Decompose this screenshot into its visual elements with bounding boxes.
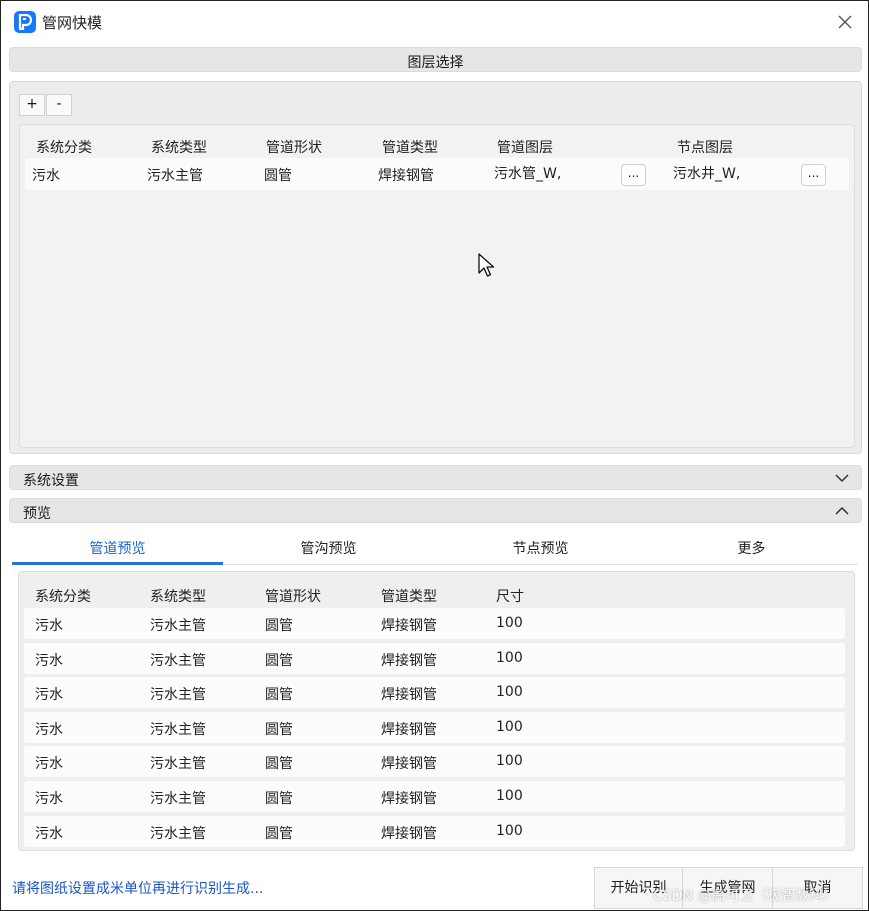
chevron-down-icon[interactable] [833, 469, 851, 487]
table-row[interactable]: 污水 污水主管 圆管 焊接钢管 100 [24, 642, 845, 674]
system-type-cell: 污水主管 [150, 825, 206, 842]
size-cell: 100 [496, 615, 523, 631]
column-header: 节点图层 [677, 140, 733, 156]
table-row[interactable]: 污水 污水主管 圆管 焊接钢管 100 [24, 815, 845, 847]
mouse-cursor-icon [478, 253, 495, 277]
tab-more[interactable]: 更多 [646, 538, 857, 558]
column-header: 管道图层 [497, 140, 553, 156]
pipe-type-cell: 焊接钢管 [381, 825, 437, 842]
pipe-shape-cell: 圆管 [265, 825, 293, 842]
add-row-button[interactable]: + [19, 94, 45, 116]
category-cell: 污水 [35, 721, 63, 738]
column-header: 管道类型 [381, 589, 437, 605]
pipe-shape-cell: 圆管 [265, 687, 293, 704]
pipe-layer-cell[interactable]: 污水管_W, [494, 163, 561, 183]
column-header: 系统类型 [151, 140, 207, 156]
table-row[interactable]: 污水 污水主管 圆管 焊接钢管 100 [24, 677, 845, 709]
size-cell: 100 [496, 684, 523, 701]
category-cell: 污水 [35, 618, 63, 634]
pipe-type-cell: 焊接钢管 [381, 721, 437, 738]
pipe-shape-cell: 圆管 [265, 791, 293, 807]
app-logo-icon [14, 11, 36, 33]
preview-header[interactable]: 预览 [9, 498, 862, 523]
table-row[interactable]: 污水 污水主管 圆管 焊接钢管 100 [24, 781, 845, 812]
layer-selection-title: 图层选择 [407, 55, 464, 71]
column-header: 管道类型 [382, 140, 438, 156]
size-cell: 100 [496, 788, 523, 804]
dialog-window: 管网快模 图层选择 + - 系统分类 系统类型 管道形状 管道类型 管道图层 节… [0, 0, 869, 911]
tab-trench-preview[interactable]: 管沟预览 [223, 538, 434, 558]
size-cell: 100 [496, 718, 523, 735]
close-button[interactable] [834, 11, 856, 33]
tab-node-preview[interactable]: 节点预览 [435, 538, 646, 558]
node-layer-browse-button[interactable]: ... [801, 164, 826, 186]
preview-table: 系统分类 系统类型 管道形状 管道类型 尺寸 污水 污水主管 圆管 焊接钢管 100 污水… [18, 571, 855, 851]
table-row[interactable]: 污水 污水主管 圆管 焊接钢管 100 [24, 746, 845, 778]
system-type-cell: 污水主管 [150, 721, 206, 738]
watermark: CSDN @高可卫（极智数科） [653, 888, 838, 904]
category-cell: 污水 [35, 756, 63, 773]
table-row[interactable]: 污水 污水主管 圆管 焊接钢管 100 [24, 608, 845, 639]
pipe-type-cell: 焊接钢管 [381, 618, 437, 634]
category-cell[interactable]: 污水 [32, 165, 60, 185]
pipe-type-cell: 焊接钢管 [381, 687, 437, 704]
column-header: 尺寸 [496, 589, 524, 605]
column-header: 系统分类 [35, 589, 91, 605]
chevron-up-icon[interactable] [833, 502, 851, 520]
system-settings-header[interactable]: 系统设置 [9, 465, 862, 490]
column-header: 系统类型 [150, 589, 206, 605]
tab-pipe-preview[interactable]: 管道预览 [12, 538, 223, 558]
layer-table: 系统分类 系统类型 管道形状 管道类型 管道图层 节点图层 污水 污水主管 圆管… [19, 124, 855, 448]
pipe-layer-browse-button[interactable]: ... [621, 164, 646, 186]
window-title: 管网快模 [42, 14, 103, 32]
system-type-cell: 污水主管 [150, 618, 206, 634]
layer-selection-header: 图层选择 [9, 47, 862, 72]
pipe-shape-cell: 圆管 [265, 652, 293, 669]
system-type-cell: 污水主管 [150, 652, 206, 669]
active-tab-indicator [12, 562, 223, 565]
preview-title: 预览 [23, 506, 51, 522]
pipe-type-cell[interactable]: 焊接钢管 [378, 165, 434, 185]
pipe-shape-cell: 圆管 [265, 721, 293, 738]
preview-tabs: 管道预览 管沟预览 节点预览 更多 [12, 531, 858, 565]
pipe-type-cell: 焊接钢管 [381, 791, 437, 807]
pipe-shape-cell: 圆管 [265, 756, 293, 773]
table-row[interactable]: 污水 污水主管 圆管 焊接钢管 100 [24, 711, 845, 743]
column-header: 管道形状 [265, 589, 321, 605]
pipe-shape-cell[interactable]: 圆管 [264, 165, 292, 185]
size-cell: 100 [496, 753, 523, 770]
column-header: 管道形状 [266, 140, 322, 156]
size-cell: 100 [496, 649, 523, 666]
system-type-cell[interactable]: 污水主管 [147, 165, 203, 185]
system-type-cell: 污水主管 [150, 791, 206, 807]
system-settings-title: 系统设置 [23, 473, 79, 489]
remove-row-button[interactable]: - [46, 94, 72, 116]
category-cell: 污水 [35, 791, 63, 807]
column-header: 系统分类 [36, 140, 92, 156]
pipe-type-cell: 焊接钢管 [381, 756, 437, 773]
size-cell: 100 [496, 822, 523, 839]
pipe-type-cell: 焊接钢管 [381, 652, 437, 669]
category-cell: 污水 [35, 652, 63, 669]
category-cell: 污水 [35, 687, 63, 704]
system-type-cell: 污水主管 [150, 687, 206, 704]
unit-hint-message: 请将图纸设置成米单位再进行识别生成... [12, 881, 264, 897]
title-bar: 管网快模 [1, 1, 868, 43]
close-icon [838, 15, 852, 29]
node-layer-cell[interactable]: 污水井_W, [673, 163, 740, 183]
table-row[interactable]: 污水 污水主管 圆管 焊接钢管 污水管_W, ... 污水井_W, ... [25, 158, 849, 190]
pipe-shape-cell: 圆管 [265, 618, 293, 634]
system-type-cell: 污水主管 [150, 756, 206, 773]
category-cell: 污水 [35, 825, 63, 842]
layer-panel: + - 系统分类 系统类型 管道形状 管道类型 管道图层 节点图层 污水 污水主… [9, 81, 862, 454]
